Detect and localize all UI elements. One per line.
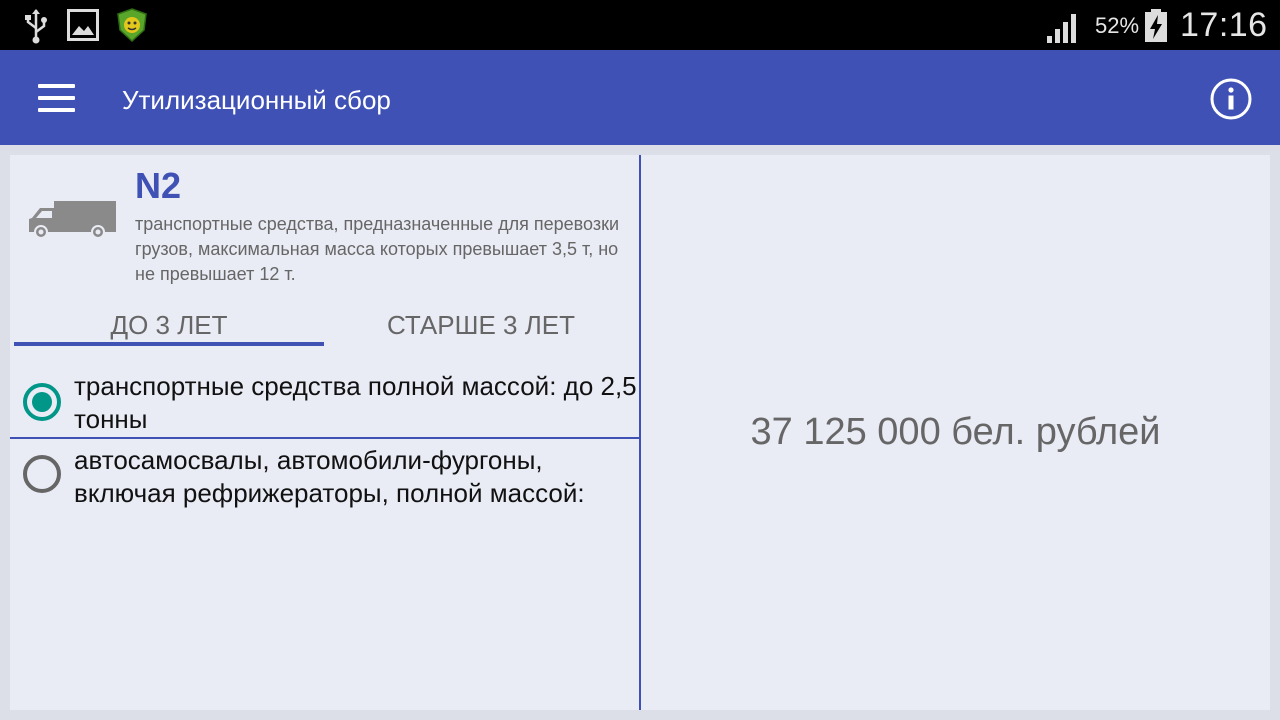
- option-up-to-2-5-tons[interactable]: транспортные средства полной массой: до …: [10, 367, 639, 437]
- frame-left: [0, 145, 10, 720]
- app-bar: Утилизационный сбор: [0, 50, 1280, 145]
- frame-top: [0, 145, 1280, 155]
- signal-icon: [1047, 14, 1076, 43]
- result-panel: 37 125 000 бел. рублей: [641, 155, 1270, 710]
- hamburger-menu-icon[interactable]: [28, 78, 84, 118]
- battery-charging-icon: [1145, 9, 1167, 42]
- app-title: Утилизационный сбор: [122, 85, 391, 115]
- info-icon[interactable]: [1208, 76, 1254, 122]
- gallery-icon: [67, 9, 99, 41]
- usb-icon: [25, 9, 47, 44]
- option-label: автосамосвалы, автомобили-фургоны, включ…: [74, 445, 585, 508]
- tab-over-3-years[interactable]: СТАРШЕ 3 ЛЕТ: [326, 310, 636, 346]
- option-label: транспортные средства полной массой: до …: [74, 371, 637, 434]
- frame-bottom: [0, 710, 1280, 720]
- app-shield-icon: [117, 8, 147, 42]
- result-amount: 37 125 000 бел. рублей: [750, 411, 1161, 453]
- tab-indicator: [14, 342, 324, 346]
- radio-selected-icon[interactable]: [22, 382, 62, 422]
- tab-under-3-years[interactable]: ДО 3 ЛЕТ: [14, 310, 324, 346]
- clock: 17:16: [1180, 6, 1268, 44]
- option-dump-trucks-vans[interactable]: автосамосвалы, автомобили-фургоны, включ…: [10, 439, 639, 519]
- status-bar: 52% 17:16: [0, 0, 1280, 50]
- frame-right: [1270, 145, 1280, 720]
- category-description: транспортные средства, предназначенные д…: [135, 214, 619, 284]
- radio-unselected-icon[interactable]: [22, 454, 62, 494]
- left-panel: N2 транспортные средства, предназначенны…: [10, 155, 639, 710]
- battery-percent: 52%: [1095, 13, 1140, 38]
- category-code: N2: [135, 165, 182, 206]
- truck-icon: [29, 201, 116, 239]
